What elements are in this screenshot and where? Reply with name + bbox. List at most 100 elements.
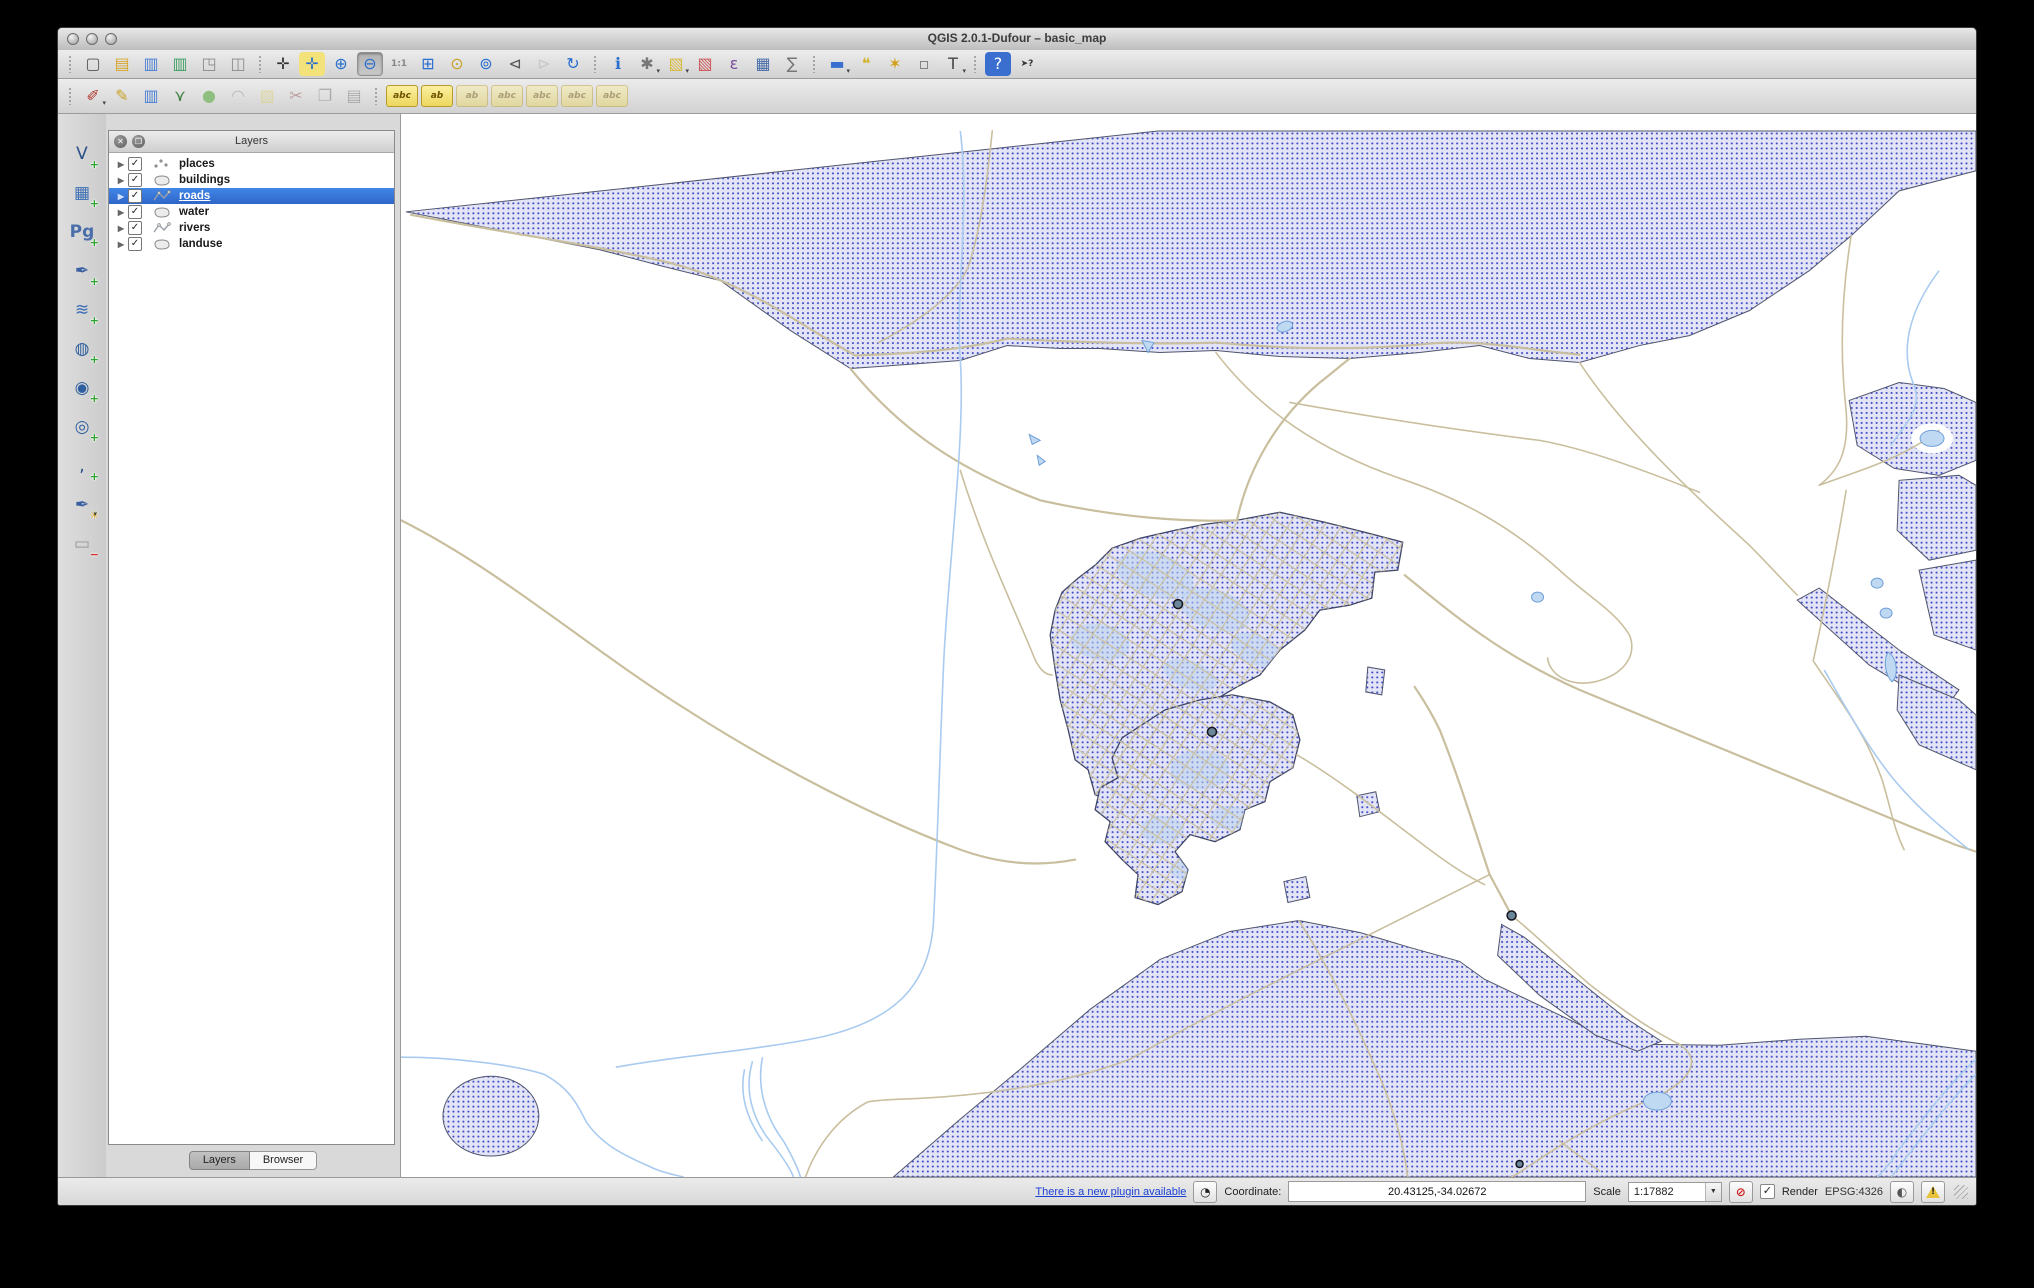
add-raster-layer[interactable]: ▦ + <box>67 179 99 210</box>
layer-row-places[interactable]: ▶ ✓ places <box>109 156 394 172</box>
tab-layers[interactable]: Layers <box>188 1151 250 1170</box>
toggle-editing[interactable]: ✎ <box>109 84 135 108</box>
add-wcs-layer[interactable]: ◉ + <box>67 374 99 405</box>
expand-icon[interactable]: ▶ <box>114 240 128 249</box>
zoom-to-layer[interactable]: ⊚ <box>473 52 499 76</box>
measure[interactable]: ▬ ▾ <box>824 52 850 76</box>
expand-icon[interactable]: ▶ <box>114 176 128 185</box>
add-mssql-layer[interactable]: ≋ + <box>67 296 99 327</box>
city-road-grids <box>1050 512 1403 905</box>
add-vector-layer[interactable]: V + <box>67 140 99 171</box>
zoom-full-extent[interactable]: ⊞ <box>415 52 441 76</box>
cut-features[interactable]: ✂ <box>283 84 309 108</box>
add-postgis-layer[interactable]: Pg + <box>67 218 99 249</box>
open-attribute-table[interactable]: ▦ <box>750 52 776 76</box>
stop-render-icon[interactable]: ⊘ <box>1728 1180 1753 1203</box>
new-spatialite-layer[interactable]: ✒ ✳ ▾ <box>67 491 99 522</box>
add-wfs-layer-icon: ◎ <box>74 416 90 437</box>
new-print-composer[interactable]: ◳ <box>196 52 222 76</box>
move-feature[interactable]: ● <box>196 84 222 108</box>
resize-grip[interactable] <box>1954 1184 1968 1199</box>
crs-status-icon[interactable]: ◐ <box>1890 1180 1914 1203</box>
map-tips[interactable]: ❝ <box>853 52 879 76</box>
copy-features[interactable]: ❐ <box>312 84 338 108</box>
deselect-features[interactable]: ▧ <box>692 52 718 76</box>
select-by-expression[interactable]: ε <box>721 52 747 76</box>
help-contents[interactable]: ? <box>985 52 1011 76</box>
expand-icon[interactable]: ▶ <box>114 160 128 169</box>
coordinate-input[interactable] <box>1288 1181 1587 1202</box>
zoom-actual-size[interactable]: 1:1 <box>386 52 412 76</box>
add-wms-layer[interactable]: ◍ + <box>67 335 99 366</box>
select-features[interactable]: ▧ ▾ <box>663 52 689 76</box>
plugin-icon[interactable]: ◔ <box>1193 1180 1218 1203</box>
pan-to-selection[interactable]: ✛ <box>299 52 325 76</box>
add-wfs-layer[interactable]: ◎ + <box>67 413 99 444</box>
show-bookmarks[interactable]: ▫ <box>911 52 937 76</box>
render-checkbox[interactable]: ✓ <box>1759 1184 1775 1199</box>
identify-features[interactable]: ℹ <box>605 52 631 76</box>
layer-checkbox-rivers[interactable]: ✓ <box>128 221 142 235</box>
layer-row-roads[interactable]: ▶ ✓ roads <box>109 188 394 204</box>
zoom-last[interactable]: ⊲ <box>502 52 528 76</box>
label-properties[interactable]: abc <box>596 85 628 107</box>
current-edits[interactable]: ✐ ▾ <box>80 84 106 108</box>
tab-browser[interactable]: Browser <box>249 1151 318 1170</box>
new-bookmark[interactable]: ✶ <box>882 52 908 76</box>
layer-row-landuse[interactable]: ▶ ✓ landuse <box>109 236 394 252</box>
remove-layer[interactable]: ▭ − <box>67 530 99 561</box>
layer-row-water[interactable]: ▶ ✓ water <box>109 204 394 220</box>
zoom-to-selection[interactable]: ⊙ <box>444 52 470 76</box>
plugin-link[interactable]: There is a new plugin available <box>1035 1186 1186 1198</box>
layer-checkbox-water[interactable]: ✓ <box>128 205 142 219</box>
chevron-down-icon[interactable]: ▼ <box>1704 1182 1721 1201</box>
delete-selected[interactable]: ▧ <box>254 84 280 108</box>
new-project[interactable]: ▢ <box>80 52 106 76</box>
scale-combo[interactable]: 1:17882 ▼ <box>1627 1181 1722 1202</box>
composer-manager[interactable]: ◫ <box>225 52 251 76</box>
add-delimited-text-layer[interactable]: , + <box>67 452 99 483</box>
zoom-in[interactable]: ⊕ <box>328 52 354 76</box>
layer-checkbox-roads[interactable]: ✓ <box>128 189 142 203</box>
open-project[interactable]: ▤ <box>109 52 135 76</box>
layer-checkbox-buildings[interactable]: ✓ <box>128 173 142 187</box>
run-feature-action[interactable]: ✱ ▾ <box>634 52 660 76</box>
toolbar-handle <box>68 87 73 105</box>
epsg-label: EPSG:4326 <box>1824 1185 1883 1198</box>
save-layer-edits[interactable]: ▥ <box>138 84 164 108</box>
field-calculator[interactable]: ∑ <box>779 52 805 76</box>
expand-icon[interactable]: ▶ <box>114 192 128 201</box>
qgis-window: QGIS 2.0.1-Dufour – basic_map ▢ ▤ ▥ ▥ ◳ ◫ ✛ ✛ ⊕ ⊖… <box>57 27 1977 1206</box>
cut-features-icon: ✂ <box>289 86 303 105</box>
message-log-icon[interactable] <box>1921 1180 1945 1203</box>
label-highlight[interactable]: ab <box>456 85 488 107</box>
text-annotation[interactable]: T ▾ <box>940 52 966 76</box>
map-canvas[interactable] <box>401 114 1976 1177</box>
save-project[interactable]: ▥ <box>138 52 164 76</box>
label-change[interactable]: abc <box>561 85 593 107</box>
whats-this[interactable]: ➤? <box>1014 52 1040 76</box>
save-project-as[interactable]: ▥ <box>167 52 193 76</box>
zoom-next[interactable]: ⊳ <box>531 52 557 76</box>
add-feature[interactable]: ⋎ <box>167 84 193 108</box>
delete-selected-icon: ▧ <box>259 86 275 105</box>
label-move[interactable]: abc <box>491 85 523 107</box>
zoom-out[interactable]: ⊖ <box>357 52 383 76</box>
node-tool[interactable]: ◠ <box>225 84 251 108</box>
titlebar[interactable]: QGIS 2.0.1-Dufour – basic_map <box>58 28 1976 51</box>
map-refresh[interactable]: ↻ <box>560 52 586 76</box>
layer-checkbox-places[interactable]: ✓ <box>128 157 142 171</box>
paste-features[interactable]: ▤ <box>341 84 367 108</box>
layer-row-buildings[interactable]: ▶ ✓ buildings <box>109 172 394 188</box>
layer-row-rivers[interactable]: ▶ ✓ rivers <box>109 220 394 236</box>
add-spatialite-layer[interactable]: ✒ + <box>67 257 99 288</box>
label-pin[interactable]: ab <box>421 85 453 107</box>
expand-icon[interactable]: ▶ <box>114 224 128 233</box>
pan-map[interactable]: ✛ <box>270 52 296 76</box>
point-symbol-icon <box>151 158 173 170</box>
scale-label: Scale <box>1593 1185 1621 1198</box>
label-rotate[interactable]: abc <box>526 85 558 107</box>
expand-icon[interactable]: ▶ <box>114 208 128 217</box>
layer-checkbox-landuse[interactable]: ✓ <box>128 237 142 251</box>
labeling-options[interactable]: abc <box>386 85 418 107</box>
